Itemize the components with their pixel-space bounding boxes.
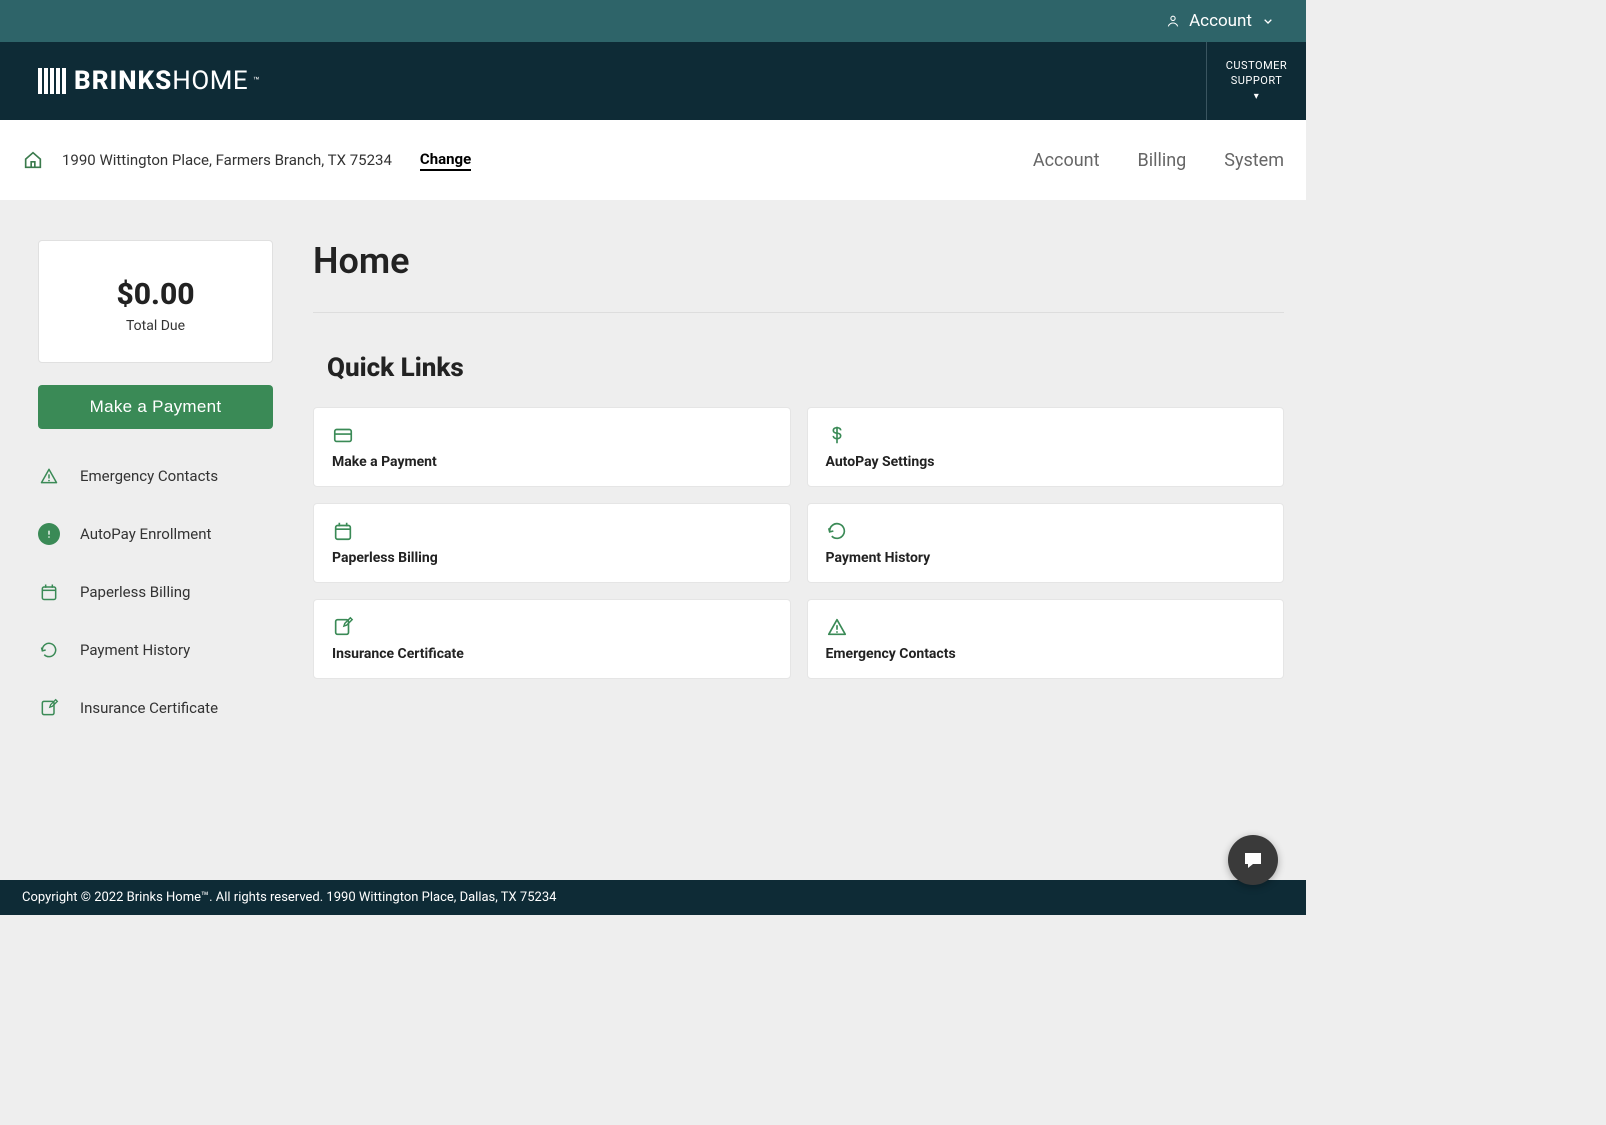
sidebar-item-label: AutoPay Enrollment xyxy=(80,525,211,543)
logo-bars-icon xyxy=(38,68,66,94)
quick-links-grid: Make a Payment AutoPay Settings Paperles… xyxy=(313,407,1284,679)
address-text: 1990 Wittington Place, Farmers Branch, T… xyxy=(62,151,392,169)
exclaim-icon xyxy=(38,523,60,545)
content: Home Quick Links Make a Payment AutoPay … xyxy=(313,240,1284,719)
account-menu[interactable]: Account xyxy=(1165,11,1276,31)
card-make-payment[interactable]: Make a Payment xyxy=(313,407,791,487)
subnav-right: Account Billing System xyxy=(1033,150,1284,171)
sidebar-item-label: Emergency Contacts xyxy=(80,467,218,485)
logo[interactable]: BRINKSHOME ™ xyxy=(38,66,259,96)
footer-text: Copyright © 2022 Brinks Home™. All right… xyxy=(22,890,556,905)
sidebar-item-emergency-contacts[interactable]: Emergency Contacts xyxy=(38,465,273,487)
logo-text: BRINKSHOME xyxy=(74,66,248,96)
sidebar: $0.00 Total Due Make a Payment Emergency… xyxy=(38,240,273,719)
card-label: Payment History xyxy=(826,550,1266,566)
page-title: Home xyxy=(313,240,1284,282)
sidebar-item-label: Insurance Certificate xyxy=(80,699,218,717)
user-icon xyxy=(1165,13,1181,29)
sidebar-item-label: Paperless Billing xyxy=(80,583,190,601)
home-icon[interactable] xyxy=(22,149,44,171)
total-due-card: $0.00 Total Due xyxy=(38,240,273,363)
customer-support-menu[interactable]: CUSTOMER SUPPORT ▾ xyxy=(1206,42,1306,120)
subnav: 1990 Wittington Place, Farmers Branch, T… xyxy=(0,120,1306,200)
logo-tm: ™ xyxy=(253,76,259,87)
card-label: Paperless Billing xyxy=(332,550,772,566)
card-label: Insurance Certificate xyxy=(332,646,772,662)
divider xyxy=(313,312,1284,313)
nav-system[interactable]: System xyxy=(1224,150,1284,171)
edit-icon xyxy=(332,616,772,638)
dollar-icon xyxy=(826,424,1266,446)
card-autopay-settings[interactable]: AutoPay Settings xyxy=(807,407,1285,487)
support-label-1: CUSTOMER xyxy=(1226,58,1287,73)
top-bar: Account xyxy=(0,0,1306,42)
chat-icon xyxy=(1241,848,1265,872)
support-label-2: SUPPORT xyxy=(1231,73,1283,88)
caret-down-icon: ▾ xyxy=(1254,90,1260,104)
sidebar-item-paperless-billing[interactable]: Paperless Billing xyxy=(38,581,273,603)
sidebar-item-label: Payment History xyxy=(80,641,190,659)
sidebar-links: Emergency Contacts AutoPay Enrollment Pa… xyxy=(38,465,273,719)
triangle-alert-icon xyxy=(38,465,60,487)
history-icon xyxy=(826,520,1266,542)
subnav-left: 1990 Wittington Place, Farmers Branch, T… xyxy=(22,149,471,171)
sidebar-item-autopay-enrollment[interactable]: AutoPay Enrollment xyxy=(38,523,273,545)
section-title: Quick Links xyxy=(327,353,1284,383)
caret-down-icon xyxy=(1260,13,1276,29)
card-insurance-certificate[interactable]: Insurance Certificate xyxy=(313,599,791,679)
sidebar-item-payment-history[interactable]: Payment History xyxy=(38,639,273,661)
account-label: Account xyxy=(1189,11,1252,31)
change-address-link[interactable]: Change xyxy=(420,150,471,171)
make-payment-button[interactable]: Make a Payment xyxy=(38,385,273,429)
total-due-amount: $0.00 xyxy=(49,277,262,312)
total-due-label: Total Due xyxy=(49,318,262,334)
main: $0.00 Total Due Make a Payment Emergency… xyxy=(0,200,1306,719)
chat-button[interactable] xyxy=(1228,835,1278,885)
card-label: AutoPay Settings xyxy=(826,454,1266,470)
card-payment-history[interactable]: Payment History xyxy=(807,503,1285,583)
nav-billing[interactable]: Billing xyxy=(1138,150,1187,171)
header: BRINKSHOME ™ CUSTOMER SUPPORT ▾ xyxy=(0,42,1306,120)
card-label: Emergency Contacts xyxy=(826,646,1266,662)
card-paperless-billing[interactable]: Paperless Billing xyxy=(313,503,791,583)
calendar-icon xyxy=(332,520,772,542)
nav-account[interactable]: Account xyxy=(1033,150,1100,171)
footer: Copyright © 2022 Brinks Home™. All right… xyxy=(0,880,1306,915)
card-emergency-contacts[interactable]: Emergency Contacts xyxy=(807,599,1285,679)
card-label: Make a Payment xyxy=(332,454,772,470)
sidebar-item-insurance-certificate[interactable]: Insurance Certificate xyxy=(38,697,273,719)
card-icon xyxy=(332,424,772,446)
edit-icon xyxy=(38,697,60,719)
calendar-icon xyxy=(38,581,60,603)
history-icon xyxy=(38,639,60,661)
triangle-alert-icon xyxy=(826,616,1266,638)
